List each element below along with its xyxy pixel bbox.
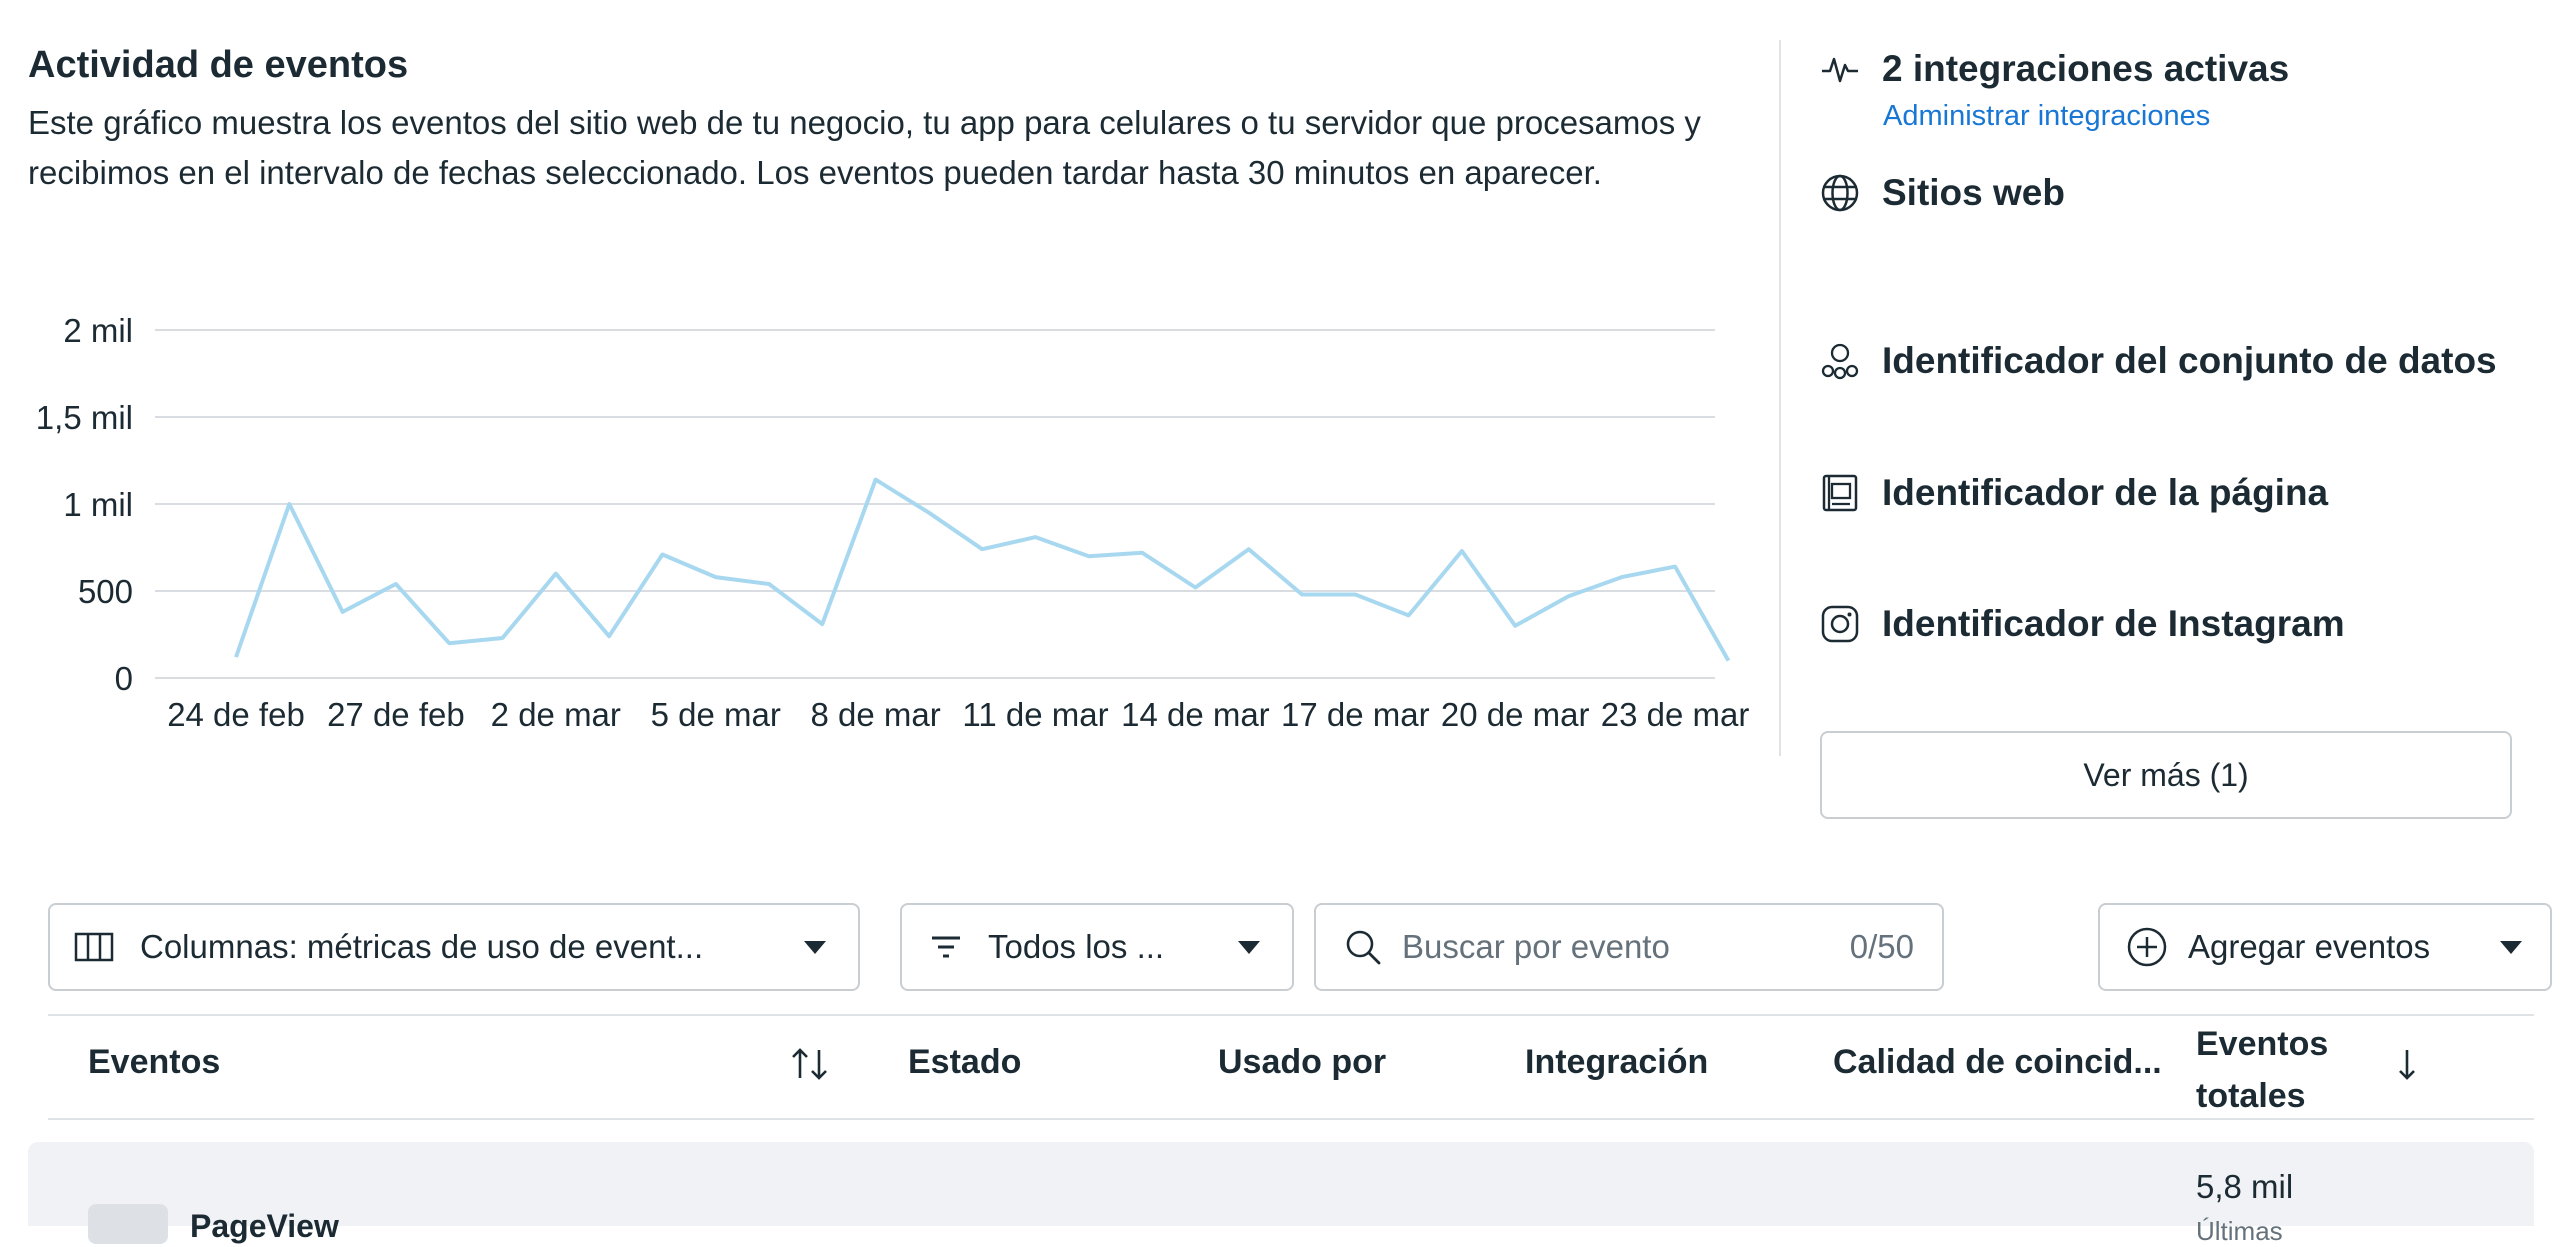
sort-both-icon[interactable] xyxy=(788,1046,832,1087)
filter-dropdown[interactable]: Todos los ... xyxy=(900,903,1294,991)
col-total-events-line1: Eventos xyxy=(2196,1025,2329,1063)
search-count: 0/50 xyxy=(1849,928,1914,965)
manage-integrations-link[interactable]: Administrar integraciones xyxy=(1883,100,2210,133)
columns-icon xyxy=(74,932,114,962)
event-name[interactable]: PageView xyxy=(190,1208,339,1245)
x-tick-label: 24 de feb xyxy=(167,696,305,733)
table-top-border xyxy=(48,1014,2534,1016)
x-axis-labels: 24 de feb 27 de feb 2 de mar 5 de mar 8 de m… xyxy=(167,696,1749,733)
search-field[interactable]: Buscar por evento 0/50 xyxy=(1314,903,1944,991)
activity-title: Actividad de eventos xyxy=(28,44,409,86)
event-icon xyxy=(88,1204,168,1244)
instagram-icon xyxy=(1820,604,1860,644)
chevron-down-icon xyxy=(2500,940,2522,954)
col-integration-header[interactable]: Integración xyxy=(1525,1043,1708,1082)
filter-label: Todos los ... xyxy=(988,928,1165,965)
y-tick-label: 0 xyxy=(115,660,133,697)
x-tick-label: 20 de mar xyxy=(1441,696,1590,733)
col-match-quality-header[interactable]: Calidad de coincid... xyxy=(1833,1043,2162,1082)
add-events-button[interactable]: Agregar eventos xyxy=(2098,903,2552,991)
chevron-down-icon xyxy=(1238,940,1260,954)
y-tick-label: 500 xyxy=(78,573,133,610)
col-status-header[interactable]: Estado xyxy=(908,1043,1021,1082)
x-tick-label: 11 de mar xyxy=(962,696,1108,733)
x-tick-label: 27 de feb xyxy=(327,696,465,733)
activity-description: Este gráfico muestra los eventos del sit… xyxy=(28,104,1701,191)
events-line-chart: 2 mil 1,5 mil 1 mil 500 0 24 de feb 27 de feb… xyxy=(36,312,1750,733)
y-tick-label: 1,5 mil xyxy=(36,399,133,436)
integrations-row: 2 integraciones activas xyxy=(1820,48,2289,90)
search-input[interactable]: Buscar por evento xyxy=(1402,928,1850,966)
y-tick-label: 2 mil xyxy=(63,312,133,349)
chevron-down-icon xyxy=(804,940,826,954)
integrations-count: 2 integraciones activas xyxy=(1882,48,2290,89)
x-tick-label: 14 de mar xyxy=(1121,696,1270,733)
table-row[interactable]: PageView 5,8 mil Últimas xyxy=(28,1142,2534,1246)
x-tick-label: 23 de mar xyxy=(1601,696,1750,733)
page-id-row: Identificador de la página xyxy=(1820,472,2328,514)
y-tick-label: 1 mil xyxy=(63,486,133,523)
columns-dropdown[interactable]: Columnas: métricas de uso de event... xyxy=(48,903,860,991)
filter-icon xyxy=(930,934,962,960)
columns-label: Columnas: métricas de uso de event... xyxy=(140,928,704,965)
page-id-label: Identificador de la página xyxy=(1882,472,2329,513)
chart-series xyxy=(234,477,1731,662)
col-total-events-line2: totales xyxy=(2196,1077,2306,1115)
event-total: 5,8 mil xyxy=(2196,1168,2294,1205)
series-line xyxy=(234,477,1731,662)
dataset-id-row: Identificador del conjunto de datos xyxy=(1820,340,2497,382)
instagram-id-row: Identificador de Instagram xyxy=(1820,603,2345,645)
col-events-header[interactable]: Eventos xyxy=(88,1043,220,1082)
x-tick-label: 5 de mar xyxy=(651,696,781,733)
sidebar-divider xyxy=(1779,40,1781,756)
dataset-id-label: Identificador del conjunto de datos xyxy=(1882,340,2497,381)
col-used-by-header[interactable]: Usado por xyxy=(1218,1043,1386,1082)
table-header-border xyxy=(48,1118,2534,1120)
sort-down-icon[interactable] xyxy=(2392,1046,2422,1087)
event-total-sub: Últimas xyxy=(2196,1216,2283,1246)
x-tick-label: 2 de mar xyxy=(491,696,621,733)
x-tick-label: 17 de mar xyxy=(1281,696,1430,733)
add-circle-icon xyxy=(2126,926,2168,968)
dataset-icon xyxy=(1820,341,1860,381)
websites-label: Sitios web xyxy=(1882,172,2065,213)
y-axis-labels: 2 mil 1,5 mil 1 mil 500 0 xyxy=(36,312,133,697)
see-more-button[interactable]: Ver más (1) xyxy=(1820,731,2512,819)
chart-grid xyxy=(155,329,1715,679)
globe-icon xyxy=(1820,173,1860,213)
page-icon xyxy=(1820,473,1860,513)
search-icon xyxy=(1344,928,1382,966)
col-total-events-header[interactable]: Eventos totales xyxy=(2196,1018,2328,1122)
activity-pulse-icon xyxy=(1820,49,1860,89)
instagram-id-label: Identificador de Instagram xyxy=(1882,603,2345,644)
x-tick-label: 8 de mar xyxy=(810,696,940,733)
add-events-label: Agregar eventos xyxy=(2188,928,2431,965)
websites-row: Sitios web xyxy=(1820,172,2065,214)
